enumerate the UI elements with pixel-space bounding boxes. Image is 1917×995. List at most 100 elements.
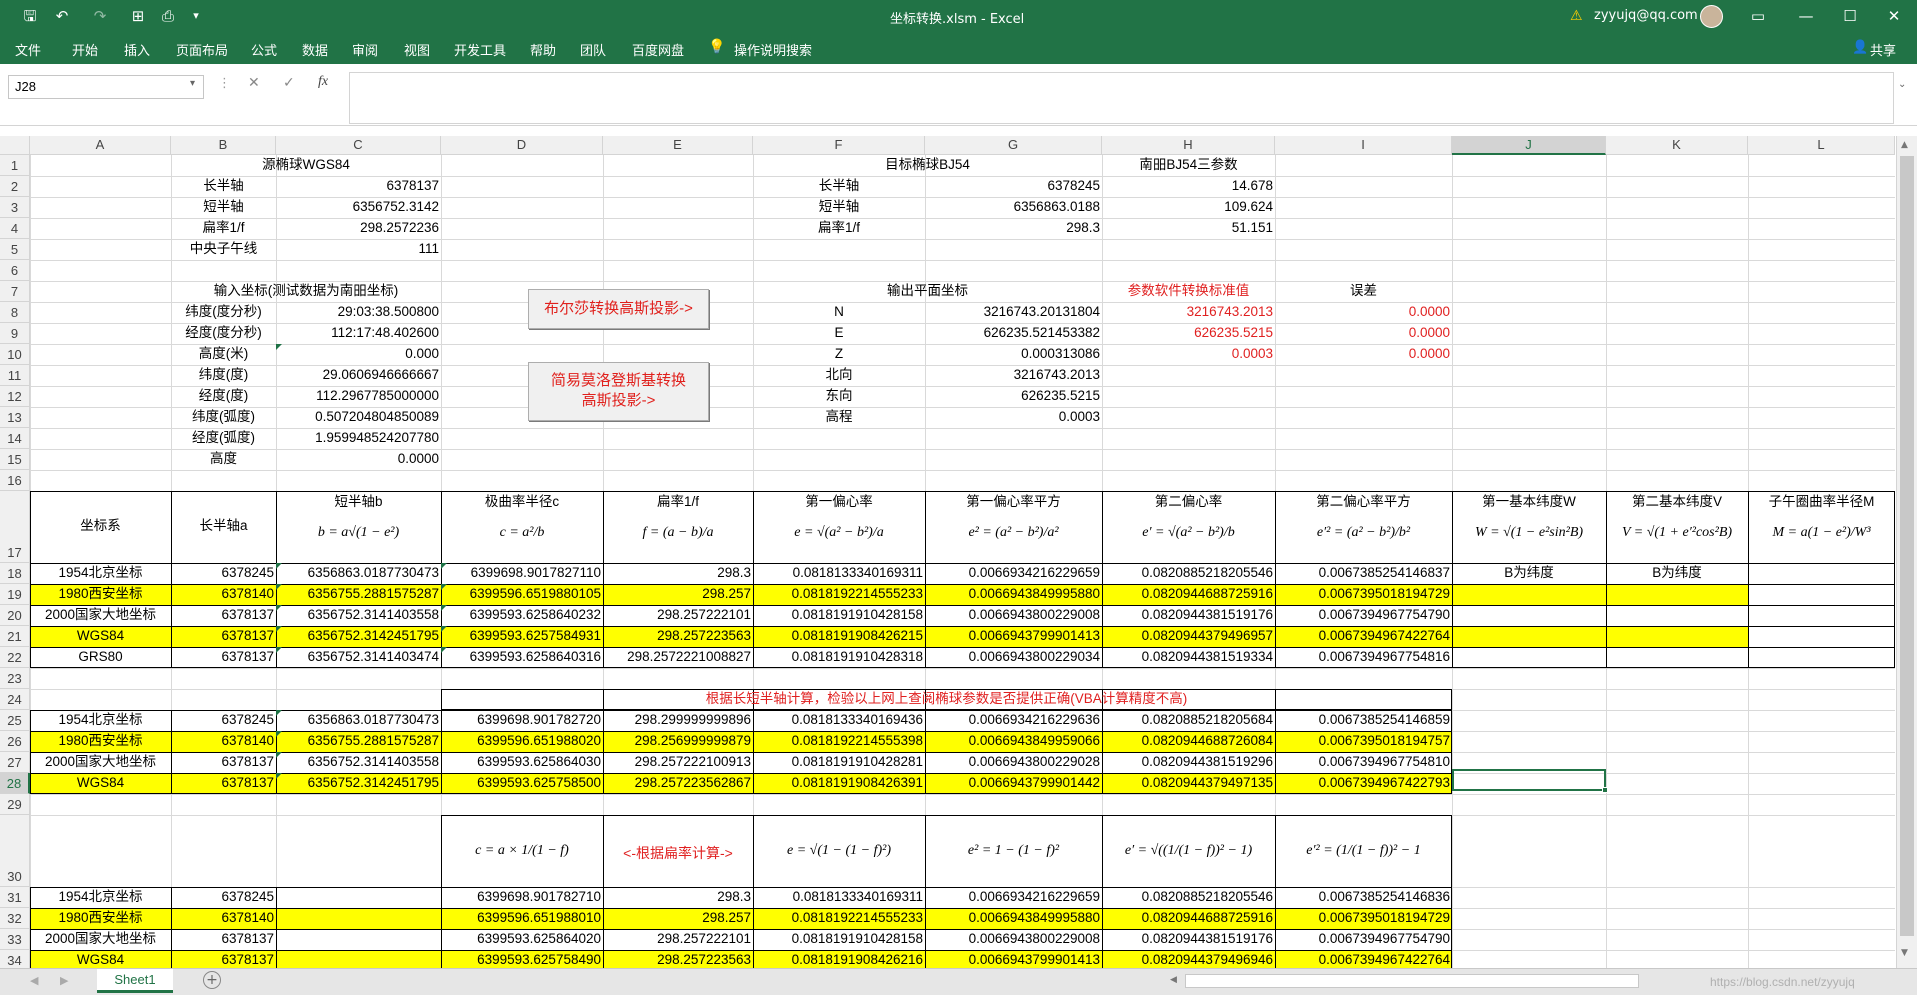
- row-header-28[interactable]: 28: [0, 773, 30, 794]
- column-header-e[interactable]: E: [603, 136, 753, 155]
- input-value[interactable]: 0.507204804850089: [276, 407, 441, 428]
- print-preview-icon[interactable]: ⎙: [158, 6, 178, 26]
- vertical-scrollbar[interactable]: ▲ ▼: [1896, 136, 1917, 968]
- row-header-31[interactable]: 31: [0, 887, 30, 908]
- cancel-icon[interactable]: ✕: [248, 75, 260, 91]
- row-header-26[interactable]: 26: [0, 731, 30, 752]
- row-header-21[interactable]: 21: [0, 626, 30, 647]
- ribbon-tab[interactable]: 审阅: [352, 40, 378, 59]
- molodensky-transform-button[interactable]: 简易莫洛登斯基转换 高斯投影->: [528, 362, 709, 421]
- ribbon-tab[interactable]: 团队: [580, 40, 606, 59]
- row-header-24[interactable]: 24: [0, 689, 30, 710]
- row-header-18[interactable]: 18: [0, 563, 30, 584]
- row-header-10[interactable]: 10: [0, 344, 30, 365]
- undo-icon[interactable]: ↶: [52, 6, 72, 26]
- row-header-3[interactable]: 3: [0, 197, 30, 218]
- ribbon-tab[interactable]: 文件: [15, 40, 41, 59]
- horizontal-scroll-thumb[interactable]: [1185, 974, 1639, 988]
- row-header-17[interactable]: 17: [0, 491, 30, 563]
- input-value[interactable]: 0.000: [276, 344, 441, 365]
- close-icon[interactable]: ✕: [1884, 6, 1904, 26]
- ribbon-tab[interactable]: 公式: [251, 40, 277, 59]
- row-header-12[interactable]: 12: [0, 386, 30, 407]
- quick-access-dropdown-icon[interactable]: ▾: [186, 6, 206, 26]
- user-account[interactable]: zyyujq@qq.com: [1594, 8, 1698, 23]
- scroll-left-icon[interactable]: ◀: [1170, 975, 1177, 985]
- row-header-16[interactable]: 16: [0, 470, 30, 491]
- row-header-22[interactable]: 22: [0, 647, 30, 668]
- prev-sheet-icon[interactable]: ◀: [30, 974, 38, 987]
- share-icon[interactable]: 👤: [1852, 40, 1868, 55]
- row-header-33[interactable]: 33: [0, 929, 30, 950]
- ribbon-tab[interactable]: 百度网盘: [632, 40, 684, 59]
- formula-input[interactable]: [349, 72, 1894, 124]
- ribbon-tab[interactable]: 数据: [302, 40, 328, 59]
- row-header-7[interactable]: 7: [0, 281, 30, 302]
- input-value[interactable]: 112.2967785000000: [276, 386, 441, 407]
- select-all-corner[interactable]: [0, 136, 30, 155]
- row-header-25[interactable]: 25: [0, 710, 30, 731]
- column-header-i[interactable]: I: [1275, 136, 1452, 155]
- ribbon-tab[interactable]: 开始: [72, 40, 98, 59]
- input-value[interactable]: 0.0000: [276, 449, 441, 470]
- row-header-30[interactable]: 30: [0, 815, 30, 887]
- column-header-j[interactable]: J: [1452, 136, 1606, 155]
- row-header-1[interactable]: 1: [0, 155, 30, 176]
- redo-icon[interactable]: ↷: [90, 6, 110, 26]
- column-header-l[interactable]: L: [1748, 136, 1895, 155]
- bursa-transform-button[interactable]: 布尔莎转换高斯投影->: [528, 289, 709, 329]
- input-value[interactable]: 29:03:38.500800: [276, 302, 441, 323]
- column-header-a[interactable]: A: [30, 136, 171, 155]
- row-header-5[interactable]: 5: [0, 239, 30, 260]
- row-header-11[interactable]: 11: [0, 365, 30, 386]
- row-header-34[interactable]: 34: [0, 950, 30, 968]
- ribbon-tab[interactable]: 帮助: [530, 40, 556, 59]
- next-sheet-icon[interactable]: ▶: [60, 974, 68, 987]
- input-value[interactable]: 29.0606946666667: [276, 365, 441, 386]
- save-icon[interactable]: 🖫: [20, 6, 40, 26]
- expand-formula-bar-icon[interactable]: ⌄: [1898, 79, 1906, 90]
- active-cell-selection[interactable]: [1452, 769, 1606, 791]
- column-header-k[interactable]: K: [1606, 136, 1748, 155]
- name-box[interactable]: J28: [8, 75, 204, 99]
- row-header-13[interactable]: 13: [0, 407, 30, 428]
- ribbon-tab[interactable]: 开发工具: [454, 40, 506, 59]
- column-header-d[interactable]: D: [441, 136, 603, 155]
- row-header-4[interactable]: 4: [0, 218, 30, 239]
- scroll-up-icon[interactable]: ▲: [1901, 140, 1908, 150]
- row-header-2[interactable]: 2: [0, 176, 30, 197]
- sheet-tab-sheet1[interactable]: Sheet1: [97, 969, 173, 993]
- row-header-29[interactable]: 29: [0, 794, 30, 815]
- ribbon-tab[interactable]: 插入: [124, 40, 150, 59]
- avatar[interactable]: [1700, 5, 1723, 28]
- share-button[interactable]: 共享: [1870, 40, 1896, 59]
- tell-me-search[interactable]: 操作说明搜索: [734, 40, 812, 59]
- insert-function-icon[interactable]: fx: [318, 74, 328, 90]
- column-header-g[interactable]: G: [925, 136, 1102, 155]
- restore-icon[interactable]: ☐: [1840, 6, 1860, 26]
- column-header-c[interactable]: C: [276, 136, 441, 155]
- minimize-icon[interactable]: —: [1796, 6, 1816, 26]
- row-header-20[interactable]: 20: [0, 605, 30, 626]
- row-header-19[interactable]: 19: [0, 584, 30, 605]
- worksheet-grid[interactable]: A B C D E F G H I J K L 1 2 3 4 5 6 7 8 9 10 11 12 13 14 15 16 17 18 1…: [0, 136, 1895, 968]
- ribbon-tab[interactable]: 视图: [404, 40, 430, 59]
- row-header-8[interactable]: 8: [0, 302, 30, 323]
- custom-macro-icon[interactable]: ⊞: [128, 6, 148, 26]
- row-header-27[interactable]: 27: [0, 752, 30, 773]
- row-header-9[interactable]: 9: [0, 323, 30, 344]
- row-header-23[interactable]: 23: [0, 668, 30, 689]
- column-header-h[interactable]: H: [1102, 136, 1275, 155]
- input-value[interactable]: 112:17:48.402600: [276, 323, 441, 344]
- input-value[interactable]: 1.959948524207780: [276, 428, 441, 449]
- fill-handle[interactable]: [1602, 787, 1608, 793]
- enter-icon[interactable]: ✓: [283, 75, 295, 91]
- row-header-15[interactable]: 15: [0, 449, 30, 470]
- vertical-scroll-thumb[interactable]: [1900, 156, 1914, 936]
- name-box-dropdown-icon[interactable]: ▾: [190, 78, 195, 89]
- column-header-f[interactable]: F: [753, 136, 925, 155]
- row-header-14[interactable]: 14: [0, 428, 30, 449]
- column-header-b[interactable]: B: [171, 136, 276, 155]
- row-header-32[interactable]: 32: [0, 908, 30, 929]
- ribbon-display-options-icon[interactable]: ▭: [1748, 6, 1768, 26]
